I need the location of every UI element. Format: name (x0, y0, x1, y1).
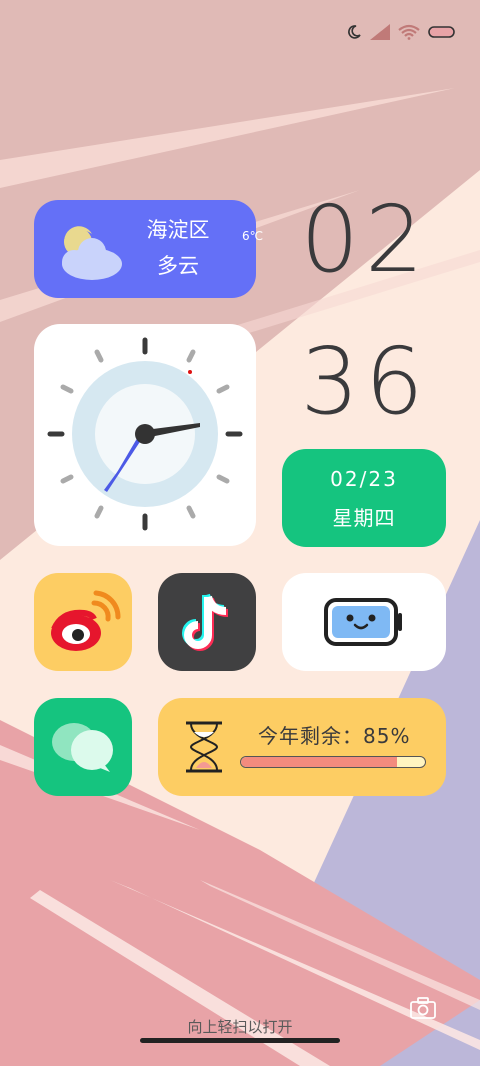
weather-location: 海淀区 (146, 218, 210, 242)
wechat-app[interactable] (34, 698, 132, 796)
time-minute: 36 (300, 328, 430, 435)
weibo-icon (51, 590, 121, 651)
hourglass-icon (186, 721, 222, 773)
wifi-icon (398, 24, 420, 40)
tiktok-icon (182, 593, 229, 651)
date-text: 02/23 (330, 467, 398, 491)
year-progress-fill (241, 757, 398, 767)
year-progress-widget[interactable]: 今年剩余：85% (158, 698, 446, 796)
camera-icon[interactable] (410, 997, 436, 1019)
battery-widget[interactable] (282, 573, 446, 671)
weather-condition: 多云 (157, 254, 199, 278)
unlock-hint: 向上轻扫以打开 (187, 1018, 293, 1036)
status-bar (346, 18, 456, 46)
moon-icon (348, 25, 361, 39)
weather-temperature: 6℃ (242, 229, 264, 243)
battery-face-icon (324, 598, 402, 646)
partly-cloudy-icon (62, 226, 122, 280)
analog-clock-face (47, 337, 243, 531)
weekday-text: 星期四 (332, 506, 396, 530)
analog-clock-widget[interactable] (34, 324, 256, 546)
weibo-app[interactable] (34, 573, 132, 671)
time-hour: 02 (300, 186, 430, 293)
wechat-icon (52, 723, 113, 772)
tiktok-app[interactable] (158, 573, 256, 671)
weather-widget[interactable]: 海淀区 多云 6℃ (34, 200, 263, 298)
signal-icon (370, 24, 390, 40)
year-progress-bar (240, 756, 426, 768)
year-progress-label: 今年剩余：85% (258, 724, 411, 748)
date-widget[interactable]: 02/23 星期四 (282, 449, 446, 547)
battery-icon (428, 26, 455, 38)
home-indicator[interactable] (140, 1038, 340, 1043)
